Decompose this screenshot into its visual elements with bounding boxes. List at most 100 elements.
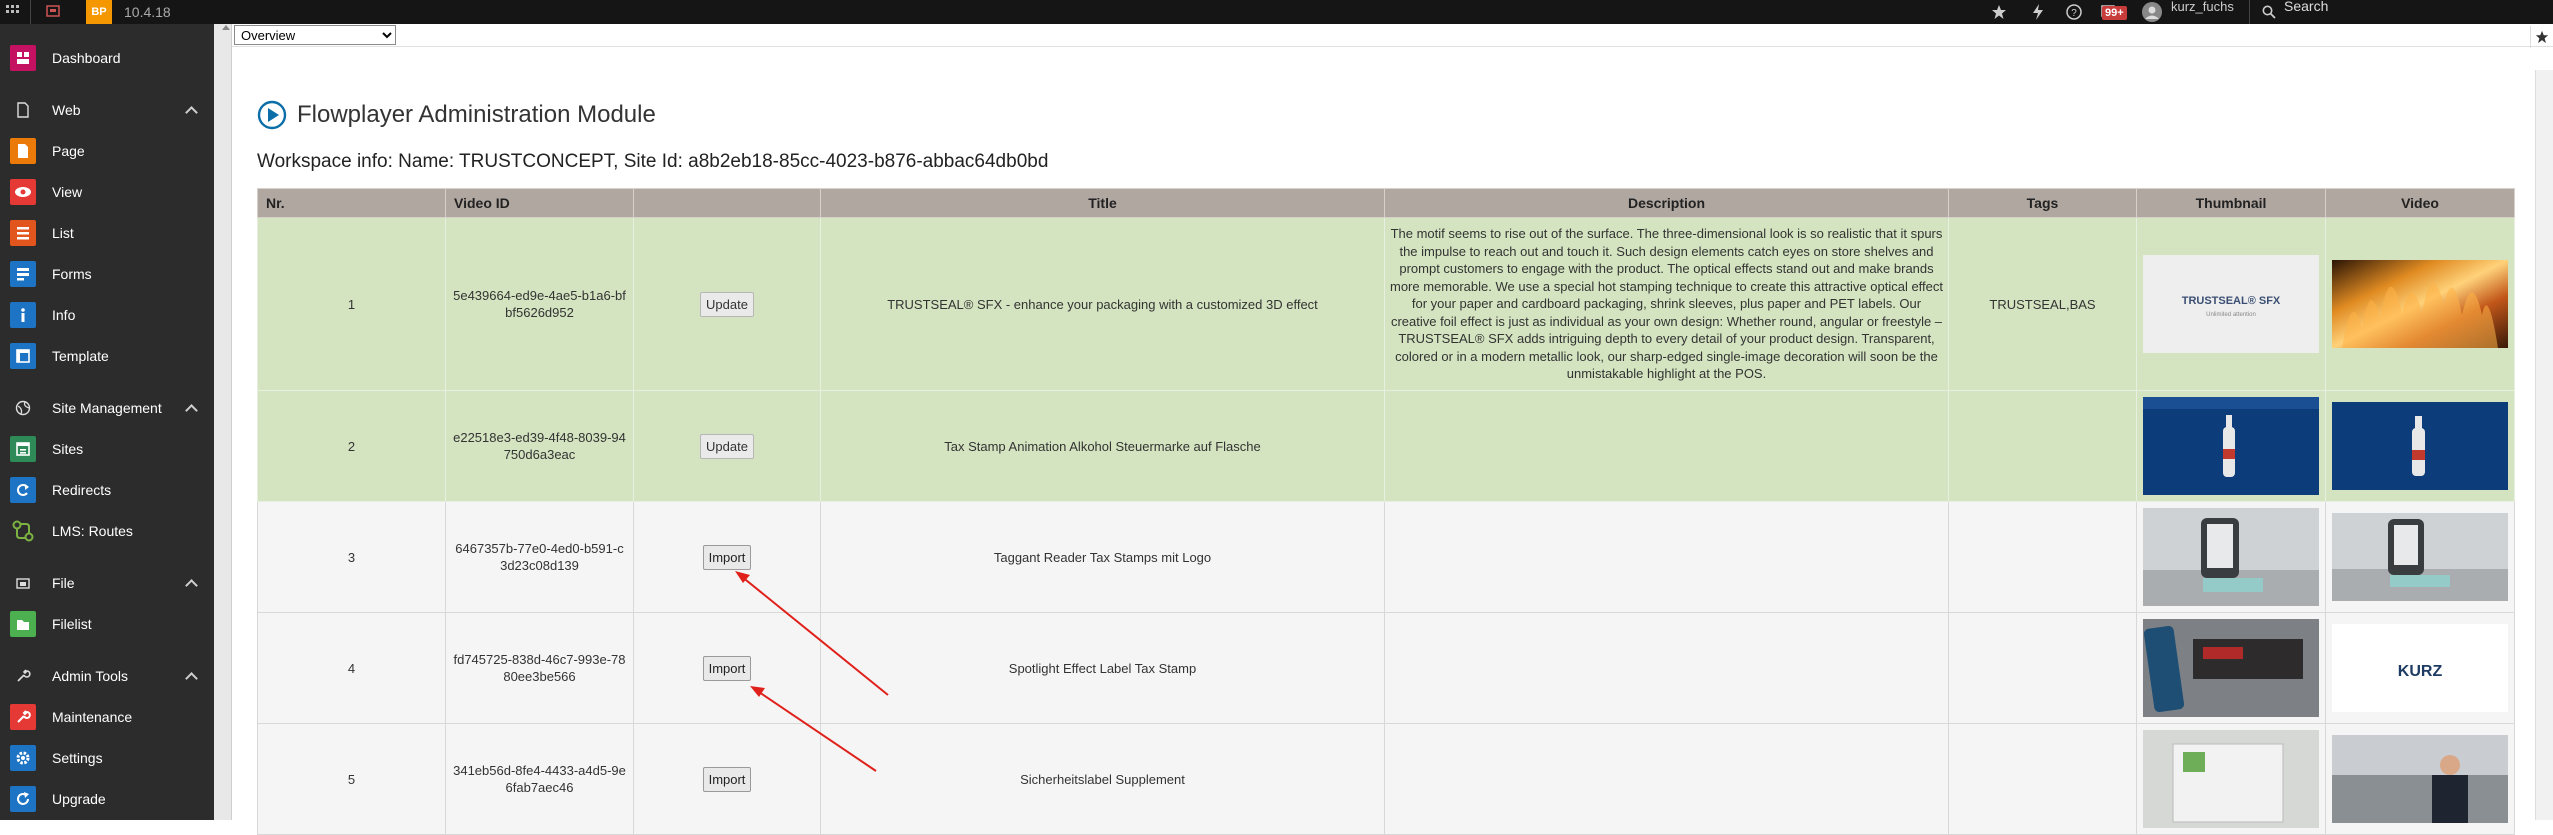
forms-icon bbox=[10, 261, 36, 287]
cell-thumbnail: TRUSTSEAL® SFX Unlimited attention bbox=[2136, 217, 2326, 391]
cell-video bbox=[2325, 501, 2515, 613]
cell-tags: TRUSTSEAL,BAS bbox=[1948, 217, 2137, 391]
cell-video-id: 341eb56d-8fe4-4433-a4d5-9e6fab7aec46 bbox=[445, 723, 634, 835]
sidebar-item-settings[interactable]: Settings bbox=[0, 741, 214, 775]
redirects-icon bbox=[10, 477, 36, 503]
cell-nr: 1 bbox=[257, 217, 446, 391]
cell-title: Spotlight Effect Label Tax Stamp bbox=[820, 612, 1385, 724]
cell-nr: 4 bbox=[257, 612, 446, 724]
table-row: 2 e22518e3-ed39-4f48-8039-94750d6a3eac U… bbox=[257, 390, 2515, 502]
search-label: Search bbox=[2284, 0, 2329, 14]
user-avatar-icon[interactable] bbox=[2142, 0, 2162, 24]
username-label[interactable]: kurz_fuchs bbox=[2171, 0, 2234, 18]
cell-nr: 3 bbox=[257, 501, 446, 613]
vertical-scrollbar[interactable] bbox=[2535, 70, 2553, 820]
sidebar-item-upgrade[interactable]: Upgrade bbox=[0, 782, 214, 816]
cell-title: Sicherheitslabel Supplement bbox=[820, 723, 1385, 835]
info-icon bbox=[10, 302, 36, 328]
module-menu-icon[interactable] bbox=[46, 0, 60, 24]
sidebar-group-web[interactable]: Web bbox=[0, 93, 214, 127]
table-row: 1 5e439664-ed9e-4ae5-b1a6-bfbf5626d952 U… bbox=[257, 217, 2515, 391]
video-preview[interactable] bbox=[2332, 735, 2508, 823]
column-header-thumbnail: Thumbnail bbox=[2136, 188, 2326, 218]
sidebar-item-page[interactable]: Page bbox=[0, 134, 214, 168]
sidebar-resize-handle[interactable] bbox=[214, 24, 232, 820]
bookmark-star-icon[interactable] bbox=[1991, 0, 2007, 24]
sidebar-item-label: View bbox=[52, 184, 83, 200]
table-row: 5 341eb56d-8fe4-4433-a4d5-9e6fab7aec46 I… bbox=[257, 723, 2515, 835]
play-circle-icon bbox=[257, 100, 287, 130]
app-menu-icon[interactable] bbox=[6, 0, 20, 24]
sidebar-group-admin-tools[interactable]: Admin Tools bbox=[0, 659, 214, 693]
notification-badge: 99+ bbox=[2102, 6, 2127, 20]
site-logo[interactable]: BP bbox=[86, 0, 112, 24]
file-icon bbox=[10, 97, 36, 123]
sidebar-item-lms-routes[interactable]: LMS: Routes bbox=[0, 514, 214, 548]
cell-thumbnail bbox=[2136, 390, 2326, 502]
video-preview[interactable]: KURZ bbox=[2332, 624, 2508, 712]
view-select[interactable]: Overview bbox=[234, 25, 396, 45]
video-preview[interactable] bbox=[2332, 513, 2508, 601]
star-icon bbox=[2535, 30, 2549, 44]
cell-video bbox=[2325, 390, 2515, 502]
svg-text:?: ? bbox=[2071, 8, 2077, 19]
sidebar-item-info[interactable]: Info bbox=[0, 298, 214, 332]
version-label: 10.4.18 bbox=[124, 4, 171, 20]
chevron-up-icon bbox=[185, 579, 198, 592]
import-button[interactable]: Import bbox=[702, 544, 752, 570]
import-button[interactable]: Import bbox=[702, 655, 752, 681]
sidebar-item-forms[interactable]: Forms bbox=[0, 257, 214, 291]
logo-text: BP bbox=[91, 6, 107, 18]
cell-thumbnail bbox=[2136, 501, 2326, 613]
thumbnail-image[interactable] bbox=[2143, 730, 2319, 828]
sidebar-item-label: Filelist bbox=[52, 616, 92, 632]
sidebar-item-redirects[interactable]: Redirects bbox=[0, 473, 214, 507]
cell-nr: 5 bbox=[257, 723, 446, 835]
module-content: Overview Flowplayer Administration Modul… bbox=[232, 24, 2553, 835]
sidebar-item-label: List bbox=[52, 225, 74, 241]
video-preview[interactable] bbox=[2332, 260, 2508, 348]
search-button[interactable]: Search bbox=[2262, 0, 2328, 24]
sidebar-item-maintenance[interactable]: Maintenance bbox=[0, 700, 214, 734]
sidebar-group-site-management[interactable]: Site Management bbox=[0, 391, 214, 425]
sidebar-item-label: Page bbox=[52, 143, 85, 159]
cell-thumbnail bbox=[2136, 612, 2326, 724]
cell-video-id: fd745725-838d-46c7-993e-7880ee3be566 bbox=[445, 612, 634, 724]
cell-video: KURZ bbox=[2325, 612, 2515, 724]
cell-description bbox=[1384, 501, 1949, 613]
thumbnail-image[interactable] bbox=[2143, 397, 2319, 495]
cell-video-id: 6467357b-77e0-4ed0-b591-c3d23c08d139 bbox=[445, 501, 634, 613]
update-button[interactable]: Update bbox=[700, 433, 754, 459]
thumbnail-image[interactable] bbox=[2143, 619, 2319, 717]
sidebar-item-list[interactable]: List bbox=[0, 216, 214, 250]
sidebar-item-template[interactable]: Template bbox=[0, 339, 214, 373]
cell-tags bbox=[1948, 723, 2137, 835]
thumbnail-subtitle: Unlimited attention bbox=[2206, 312, 2256, 318]
thumbnail-image[interactable]: TRUSTSEAL® SFX Unlimited attention bbox=[2143, 255, 2319, 353]
sidebar-group-label: Admin Tools bbox=[52, 668, 129, 684]
update-button[interactable]: Update bbox=[700, 291, 754, 317]
thumbnail-image[interactable] bbox=[2143, 508, 2319, 606]
chevron-up-icon bbox=[185, 404, 198, 417]
sites-icon bbox=[10, 436, 36, 462]
sidebar-item-dashboard[interactable]: Dashboard bbox=[0, 41, 214, 75]
video-preview[interactable] bbox=[2332, 402, 2508, 490]
shortcut-star-button[interactable] bbox=[2530, 26, 2553, 48]
scroll-up-arrow-icon[interactable] bbox=[222, 25, 230, 30]
column-header-tags: Tags bbox=[1948, 188, 2137, 218]
import-button[interactable]: Import bbox=[702, 766, 752, 792]
column-header-nr: Nr. bbox=[257, 188, 446, 218]
top-toolbar: BP 10.4.18 ? 99+ kurz_fuchs Search bbox=[0, 0, 2553, 24]
sidebar-item-view[interactable]: View bbox=[0, 175, 214, 209]
cell-tags bbox=[1948, 501, 2137, 613]
chevron-up-icon bbox=[185, 672, 198, 685]
cell-action: Update bbox=[633, 390, 821, 502]
flash-icon[interactable] bbox=[2032, 0, 2044, 24]
sidebar-item-filelist[interactable]: Filelist bbox=[0, 607, 214, 641]
sidebar-group-file[interactable]: File bbox=[0, 566, 214, 600]
cell-video bbox=[2325, 217, 2515, 391]
help-icon[interactable]: ? bbox=[2066, 0, 2082, 24]
page-title: Flowplayer Administration Module bbox=[297, 101, 656, 128]
column-header-description: Description bbox=[1384, 188, 1949, 218]
sidebar-item-sites[interactable]: Sites bbox=[0, 432, 214, 466]
